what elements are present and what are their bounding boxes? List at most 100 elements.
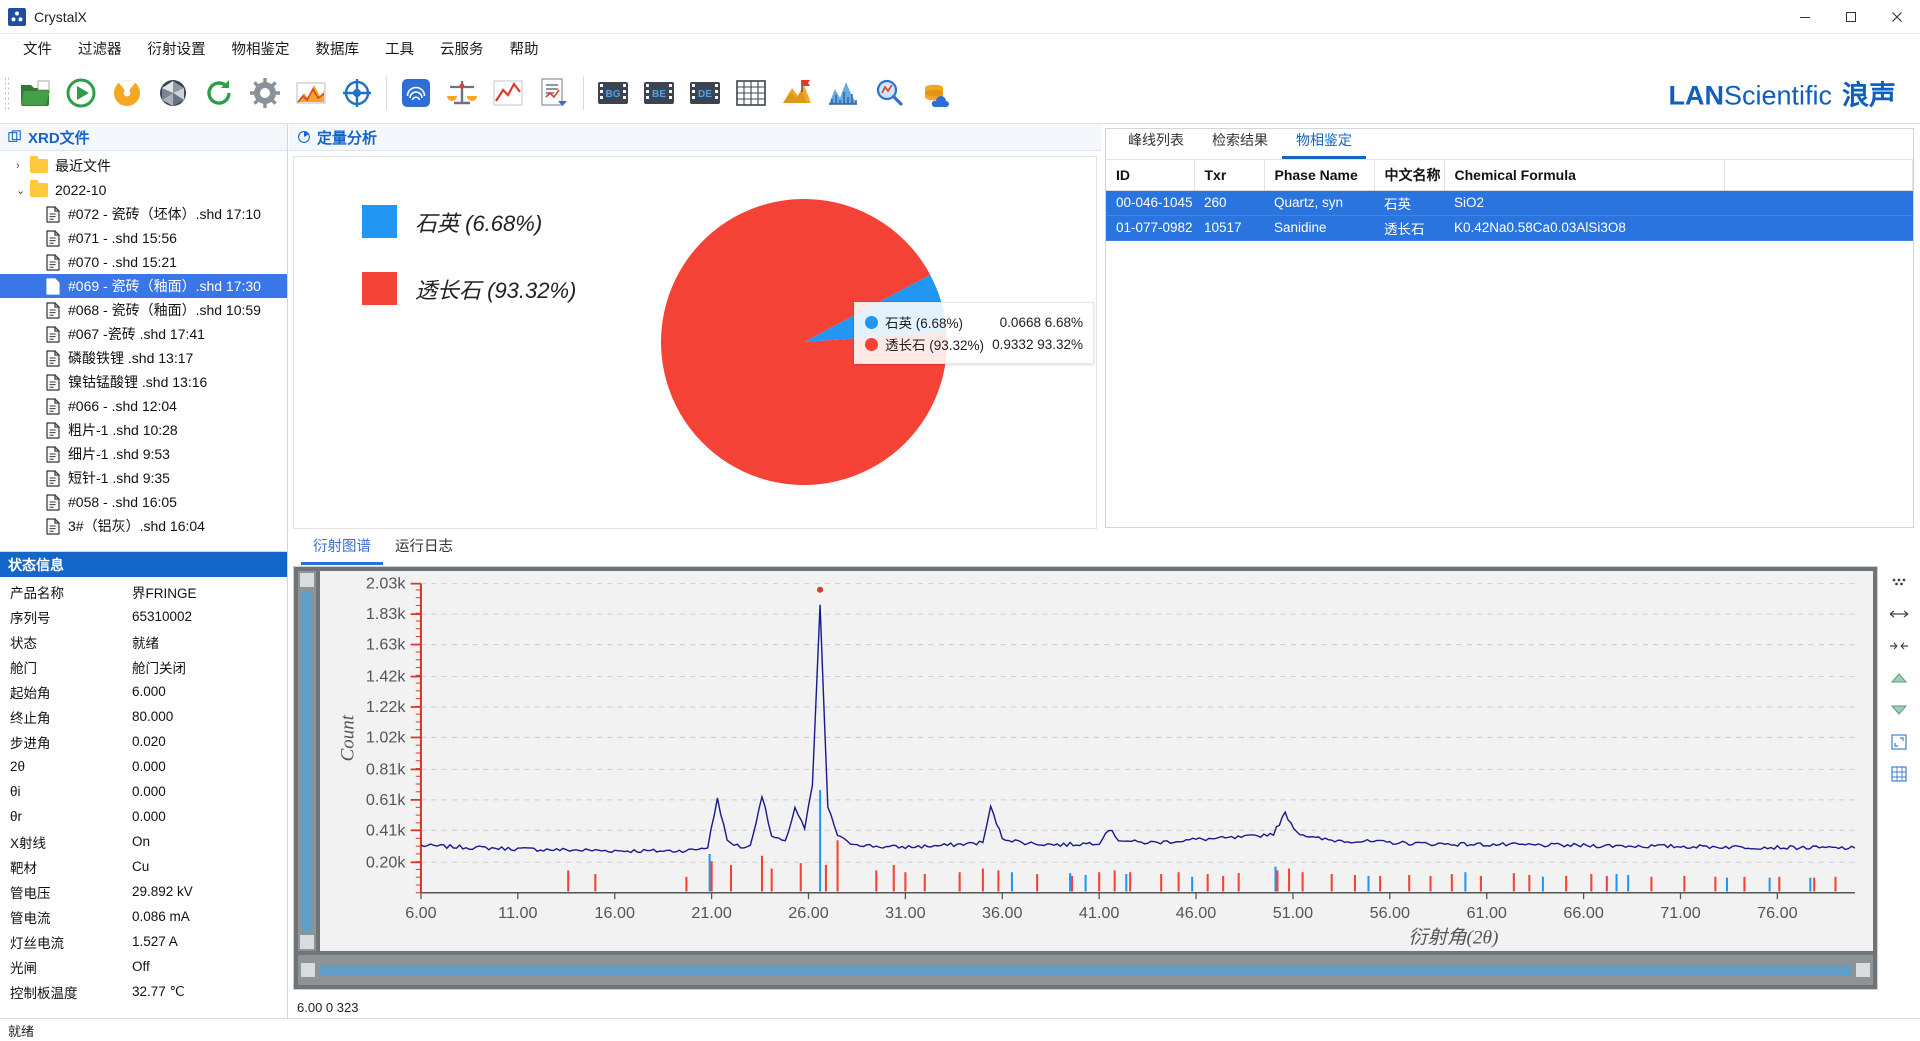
balance-scale-icon[interactable] (439, 68, 485, 118)
fit-horizontal-icon[interactable] (1886, 604, 1912, 624)
tree-file-item[interactable]: #069 - 瓷砖（釉面）.shd 17:30 (0, 274, 287, 298)
refresh-icon[interactable] (196, 68, 242, 118)
bottom-tab[interactable]: 衍射图谱 (301, 531, 383, 565)
vertical-scrollbar[interactable] (298, 571, 316, 951)
fullscreen-icon[interactable] (1886, 732, 1912, 752)
line-chart-icon[interactable] (485, 68, 531, 118)
file-tree[interactable]: › 最近文件 ⌄ 2022-10 #072 - 瓷砖（坯体）.shd 17:10 #071… (0, 151, 287, 551)
tree-file-item[interactable]: #068 - 瓷砖（釉面）.shd 10:59 (0, 298, 287, 322)
scroll-down-icon[interactable] (1886, 700, 1912, 720)
tree-folder-item[interactable]: › 最近文件 (0, 154, 287, 178)
hscroll-track[interactable] (320, 965, 1851, 975)
phase-tab[interactable]: 物相鉴定 (1282, 126, 1366, 159)
scroll-up-icon[interactable] (1886, 668, 1912, 688)
phase-tab[interactable]: 峰线列表 (1114, 126, 1198, 159)
xrd-files-panel: XRD文件 › 最近文件 ⌄ 2022-10 #072 - 瓷砖（坯体）.shd 17:… (0, 124, 288, 551)
xrd-plot-svg[interactable]: 0.20k 0.41k 0.61k 0.81k 1.02k 1.22k 1.42k 1.63k… (320, 571, 1873, 951)
menu-help[interactable]: 帮助 (497, 35, 552, 62)
menu-filter[interactable]: 过滤器 (65, 35, 135, 62)
table-column-header[interactable]: Txr (1194, 160, 1265, 191)
plot-status-text: 6.00 0 323 (297, 1000, 359, 1015)
open-file-icon[interactable] (12, 68, 58, 118)
hscroll-thumb-left[interactable] (301, 963, 315, 977)
more-options-icon[interactable] (1886, 572, 1912, 592)
tree-folder-item[interactable]: ⌄ 2022-10 (0, 178, 287, 202)
menu-file[interactable]: 文件 (10, 35, 65, 62)
tree-file-item[interactable]: 短针-1 .shd 9:35 (0, 466, 287, 490)
x-axis-tick-label: 11.00 (498, 905, 537, 922)
phase-results-table[interactable]: ID Txr Phase Name 中文名称 Chemical Formula 00-0… (1106, 160, 1913, 241)
cloud-database-icon[interactable] (912, 68, 958, 118)
goniometer-icon[interactable] (334, 68, 380, 118)
tree-file-item[interactable]: #072 - 瓷砖（坯体）.shd 17:10 (0, 202, 287, 226)
workspace: XRD文件 › 最近文件 ⌄ 2022-10 #072 - 瓷砖（坯体）.shd 17:… (0, 124, 1920, 1018)
table-header-row: ID Txr Phase Name 中文名称 Chemical Formula (1106, 160, 1913, 191)
bottom-tab[interactable]: 运行日志 (383, 531, 465, 565)
menu-cloud-service[interactable]: 云服务 (427, 35, 497, 62)
tree-file-item[interactable]: #070 - .shd 15:21 (0, 250, 287, 274)
pie-legend-item[interactable]: 透长石 (93.32%) (362, 272, 576, 305)
svg-text:DE: DE (698, 89, 712, 100)
tree-file-item[interactable]: 镍钴锰酸锂 .shd 13:16 (0, 370, 287, 394)
maximize-button[interactable] (1828, 0, 1874, 34)
background-bg-icon[interactable]: BG (590, 68, 636, 118)
menu-phase-identification[interactable]: 物相鉴定 (219, 35, 303, 62)
zoom-search-icon[interactable] (866, 68, 912, 118)
window-title: CrystalX (34, 8, 87, 25)
menu-tools[interactable]: 工具 (372, 35, 427, 62)
background-be-icon[interactable]: BE (636, 68, 682, 118)
table-row[interactable]: 00-046-1045 260 Quartz, syn 石英 SiO2 (1106, 190, 1913, 216)
menu-diffraction-settings[interactable]: 衍射设置 (135, 35, 219, 62)
chevron-right-icon[interactable]: › (16, 160, 30, 172)
phase-tab[interactable]: 检索结果 (1198, 126, 1282, 159)
tree-file-item[interactable]: 磷酸铁锂 .shd 13:17 (0, 346, 287, 370)
status-info-row: 管电压 29.892 kV (0, 879, 287, 904)
table-column-header[interactable] (1724, 160, 1913, 191)
tooltip-value: 0.0668 6.68% (999, 314, 1083, 330)
vscroll-thumb-bottom[interactable] (300, 935, 314, 949)
table-column-header[interactable]: ID (1106, 160, 1195, 191)
tree-file-item[interactable]: 粗片-1 .shd 10:28 (0, 418, 287, 442)
minimize-button[interactable] (1782, 0, 1828, 34)
status-key: θi (10, 784, 21, 799)
chevron-down-icon[interactable]: ⌄ (16, 184, 30, 197)
tree-file-item[interactable]: #066 - .shd 12:04 (0, 394, 287, 418)
fingerprint-search-icon[interactable] (393, 68, 439, 118)
xrd-plot-canvas[interactable]: 0.20k 0.41k 0.61k 0.81k 1.02k 1.22k 1.42k 1.63k… (320, 571, 1873, 951)
report-export-icon[interactable] (531, 68, 577, 118)
tree-file-item[interactable]: #058 - .shd 16:05 (0, 490, 287, 514)
status-info-row: X射线 On (0, 829, 287, 854)
background-de-icon[interactable]: DE (682, 68, 728, 118)
horizontal-scrollbar[interactable] (298, 955, 1873, 985)
grid-toggle-icon[interactable] (1886, 764, 1912, 784)
tree-file-item[interactable]: 细片-1 .shd 9:53 (0, 442, 287, 466)
tree-item-label: 2022-10 (55, 182, 107, 198)
peak-flag-icon[interactable] (774, 68, 820, 118)
pattern-chart-icon[interactable] (288, 68, 334, 118)
table-column-header[interactable]: Phase Name (1264, 160, 1375, 191)
shrink-right-icon[interactable] (1886, 636, 1912, 656)
aperture-icon[interactable] (150, 68, 196, 118)
table-column-header[interactable]: Chemical Formula (1444, 160, 1725, 191)
toolbar-grip[interactable] (4, 75, 10, 110)
settings-gear-icon[interactable] (242, 68, 288, 118)
spectrum-compare-icon[interactable] (820, 68, 866, 118)
tree-item-label: #070 - .shd 15:21 (68, 254, 177, 270)
tree-file-item[interactable]: #067 -瓷砖 .shd 17:41 (0, 322, 287, 346)
pie-legend-item[interactable]: 石英 (6.68%) (362, 205, 576, 238)
stop-measurement-icon[interactable] (104, 68, 150, 118)
menu-database[interactable]: 数据库 (303, 35, 373, 62)
table-column-header[interactable]: 中文名称 (1374, 160, 1445, 191)
tree-item-label: 最近文件 (55, 158, 111, 174)
vscroll-thumb-top[interactable] (300, 573, 314, 587)
vscroll-track[interactable] (302, 591, 312, 931)
close-button[interactable] (1874, 0, 1920, 34)
table-body[interactable]: 00-046-1045 260 Quartz, syn 石英 SiO2 01-077-09… (1106, 190, 1913, 241)
start-measurement-icon[interactable] (58, 68, 104, 118)
tree-file-item[interactable]: #071 - .shd 15:56 (0, 226, 287, 250)
quant-panel-title: 定量分析 (317, 129, 378, 147)
hscroll-thumb-right[interactable] (1856, 963, 1870, 977)
table-row[interactable]: 01-077-0982 10517 Sanidine 透长石 K0.42Na0.58Ca… (1106, 215, 1913, 241)
grid-table-icon[interactable] (728, 68, 774, 118)
tree-file-item[interactable]: 3#（铝灰）.shd 16:04 (0, 514, 287, 538)
